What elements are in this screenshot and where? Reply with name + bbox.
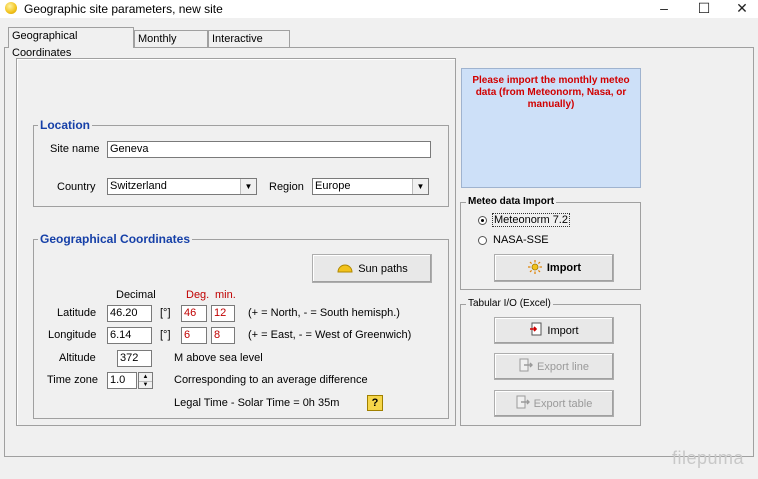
- longitude-unit: [°]: [160, 329, 171, 341]
- timezone-note: Corresponding to an average difference: [174, 374, 368, 386]
- tab-interactive-map[interactable]: Interactive Map: [208, 30, 290, 62]
- meteonorm-radio[interactable]: [478, 216, 487, 225]
- chevron-down-icon[interactable]: ▼: [240, 179, 256, 194]
- minimize-button[interactable]: –: [646, 0, 682, 18]
- sun-paths-label: Sun paths: [358, 262, 408, 275]
- tabular-import-button[interactable]: Import: [494, 317, 614, 344]
- export-table-button[interactable]: Export table: [494, 390, 614, 417]
- help-icon[interactable]: ?: [367, 395, 383, 411]
- window-title: Geographic site parameters, new site: [24, 2, 223, 16]
- minutes-column-header: min.: [215, 289, 236, 301]
- latitude-degrees-field[interactable]: 46: [181, 305, 207, 322]
- nasa-sse-radio[interactable]: [478, 236, 487, 245]
- title-bar: Geographic site parameters, new site – ☐…: [0, 0, 758, 18]
- decimal-column-header: Decimal: [116, 289, 156, 301]
- latitude-unit: [°]: [160, 307, 171, 319]
- tab-geographical-coordinates[interactable]: Geographical Coordinates: [8, 27, 134, 59]
- longitude-minutes-field[interactable]: 8: [211, 327, 235, 344]
- latitude-minutes-field[interactable]: 12: [211, 305, 235, 322]
- altitude-note: M above sea level: [174, 352, 263, 364]
- tabular-import-label: Import: [547, 324, 579, 337]
- latitude-decimal-field[interactable]: 46.20: [107, 305, 152, 322]
- degrees-column-header: Deg.: [186, 289, 210, 301]
- geo-coordinates-group-title: Geographical Coordinates: [38, 232, 193, 246]
- meteo-import-label: Import: [546, 262, 582, 274]
- longitude-degrees-field[interactable]: 6: [181, 327, 207, 344]
- altitude-label: Altitude: [59, 352, 96, 364]
- nasa-sse-radio-label[interactable]: NASA-SSE: [493, 234, 549, 246]
- close-button[interactable]: ✕: [724, 0, 758, 18]
- location-group-title: Location: [38, 118, 92, 132]
- country-select[interactable]: Switzerland ▼: [107, 178, 257, 195]
- altitude-field[interactable]: 372: [117, 350, 152, 367]
- sun-paths-button[interactable]: Sun paths: [312, 254, 432, 283]
- import-file-icon: [529, 322, 543, 339]
- region-label: Region: [269, 181, 304, 193]
- latitude-note: (+ = North, - = South hemisph.): [248, 307, 400, 319]
- meteo-import-button[interactable]: Import: [494, 254, 614, 282]
- export-table-label: Export table: [533, 397, 593, 410]
- tabular-io-group-title: Tabular I/O (Excel): [466, 298, 553, 309]
- sun-burst-icon: [527, 259, 543, 277]
- longitude-note: (+ = East, - = West of Greenwich): [248, 329, 412, 341]
- export-file-icon: [519, 358, 533, 375]
- tab-monthly-meteo[interactable]: Monthly meteo: [134, 30, 208, 62]
- watermark: filepuma: [671, 448, 744, 468]
- meteonorm-radio-label[interactable]: Meteonorm 7.2: [492, 213, 570, 227]
- import-notice: Please import the monthly meteo data (fr…: [461, 68, 641, 188]
- maximize-button[interactable]: ☐: [686, 0, 722, 18]
- timezone-field[interactable]: 1.0: [107, 372, 137, 389]
- legal-time-text: Legal Time - Solar Time = 0h 35m: [174, 397, 340, 409]
- longitude-decimal-field[interactable]: 6.14: [107, 327, 152, 344]
- export-line-label: Export line: [537, 360, 589, 373]
- region-select[interactable]: Europe ▼: [312, 178, 429, 195]
- timezone-spinner[interactable]: ▲ ▼: [138, 372, 153, 389]
- chevron-down-icon[interactable]: ▼: [412, 179, 428, 194]
- region-value: Europe: [315, 180, 351, 192]
- latitude-label: Latitude: [57, 307, 97, 319]
- longitude-label: Longitude: [48, 329, 97, 341]
- export-file-icon: [516, 395, 530, 412]
- country-value: Switzerland: [110, 180, 167, 192]
- tab-strip: Geographical Coordinates Monthly meteo I…: [0, 26, 758, 62]
- site-name-field[interactable]: Geneva: [107, 141, 431, 158]
- export-line-button[interactable]: Export line: [494, 353, 614, 380]
- meteo-import-group-title: Meteo data Import: [466, 196, 557, 207]
- country-label: Country: [57, 181, 96, 193]
- timezone-label: Time zone: [47, 374, 98, 386]
- spin-up-icon[interactable]: ▲: [139, 373, 152, 382]
- spin-down-icon[interactable]: ▼: [139, 382, 152, 389]
- sun-icon: [336, 261, 354, 276]
- app-sun-icon: [5, 2, 17, 14]
- site-name-label: Site name: [50, 143, 100, 155]
